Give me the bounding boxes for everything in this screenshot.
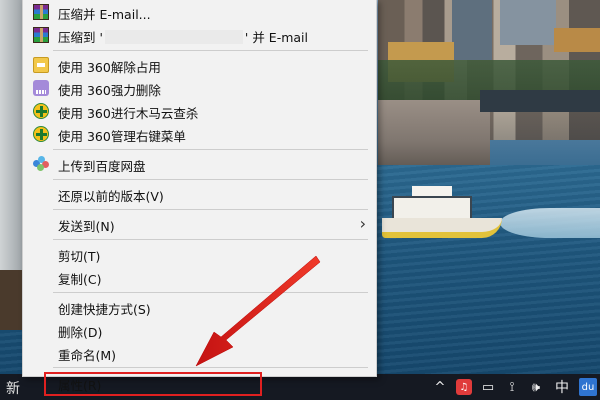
menu-item-compress-to-email[interactable]: 压缩到 ' ' 并 E-mail [23,24,376,46]
tray-overflow-chevron-icon[interactable]: ^ [428,374,452,400]
menu-item-label: 重命名(M) [58,348,117,363]
360-menu-manager-icon [33,126,49,142]
baidu-input-icon: du [579,378,597,396]
annotation-highlight-box [44,372,262,396]
tray-baidu-input[interactable]: du [576,374,600,400]
menu-item-360-force-delete[interactable]: 使用 360强力删除 [23,77,376,99]
menu-item-rename[interactable]: 重命名(M) [23,342,376,364]
menu-item-label-suffix: ' 并 E-mail [244,30,308,45]
menu-item-label: 使用 360管理右键菜单 [58,129,186,144]
wallpaper-ferry [382,218,502,238]
menu-item-360-trojan-scan[interactable]: 使用 360进行木马云查杀 [23,100,376,122]
netease-music-icon: ♫ [456,379,472,395]
menu-item-label: 使用 360强力删除 [58,83,161,98]
menu-item-label: 复制(C) [58,272,102,287]
360-unlock-icon [33,57,49,73]
menu-item-delete[interactable]: 删除(D) [23,319,376,341]
menu-item-360-unlock[interactable]: 使用 360解除占用 [23,54,376,76]
menu-item-cut[interactable]: 剪切(T) [23,243,376,265]
menu-separator [53,209,368,210]
winrar-icon [33,4,49,20]
wallpaper-building [500,0,556,45]
winrar-icon [33,27,49,43]
wallpaper-opera-house [0,0,24,270]
tray-wifi-icon[interactable]: ⟟ [500,374,524,400]
menu-separator [53,292,368,293]
context-menu: 压缩并 E-mail... 压缩到 ' ' 并 E-mail 使用 360解除占用… [22,0,377,393]
menu-item-label: 压缩并 E-mail... [58,7,151,22]
menu-separator [53,179,368,180]
menu-item-restore-previous-versions[interactable]: 还原以前的版本(V) [23,183,376,205]
wallpaper-opera-base [0,270,24,330]
baidu-netdisk-icon [33,156,49,172]
360-trojan-scan-icon [33,103,49,119]
menu-item-label: 剪切(T) [58,249,101,264]
wallpaper-building [554,28,600,52]
redacted-filename [104,30,243,44]
tray-battery-icon[interactable]: ▭ [476,374,500,400]
wallpaper-boat-wake [500,208,600,238]
submenu-arrow-icon: › [359,214,366,233]
wallpaper-pier [480,90,600,112]
menu-item-label: 还原以前的版本(V) [58,189,164,204]
menu-item-label: 压缩到 ' ' 并 E-mail [58,27,308,46]
menu-item-label-prefix: 压缩到 ' [58,30,103,45]
menu-item-label: 删除(D) [58,325,103,340]
menu-item-label: 使用 360进行木马云查杀 [58,106,199,121]
tray-ime-indicator[interactable]: 中 [548,374,576,400]
taskbar-item[interactable]: 新 [6,378,20,398]
tray-volume-icon[interactable]: 🕪 [524,374,548,400]
menu-separator [53,149,368,150]
360-shred-icon [33,80,49,96]
wallpaper-building [452,0,492,60]
menu-item-upload-baidu-netdisk[interactable]: 上传到百度网盘 [23,153,376,175]
menu-separator [53,367,368,368]
menu-item-send-to[interactable]: 发送到(N) › [23,213,376,235]
menu-item-label: 创建快捷方式(S) [58,302,151,317]
menu-item-label: 发送到(N) [58,219,115,234]
system-tray: ^ ♫ ▭ ⟟ 🕪 中 du [428,374,600,400]
wallpaper-ferry [392,196,472,220]
wallpaper-terminal [378,100,490,170]
menu-item-360-manage-context-menu[interactable]: 使用 360管理右键菜单 [23,123,376,145]
menu-item-compress-email[interactable]: 压缩并 E-mail... [23,1,376,23]
menu-item-label: 上传到百度网盘 [58,159,146,174]
menu-item-label: 使用 360解除占用 [58,60,161,75]
menu-item-create-shortcut[interactable]: 创建快捷方式(S) [23,296,376,318]
tray-netease-music[interactable]: ♫ [452,374,476,400]
menu-item-copy[interactable]: 复制(C) [23,266,376,288]
menu-separator [53,50,368,51]
menu-separator [53,239,368,240]
